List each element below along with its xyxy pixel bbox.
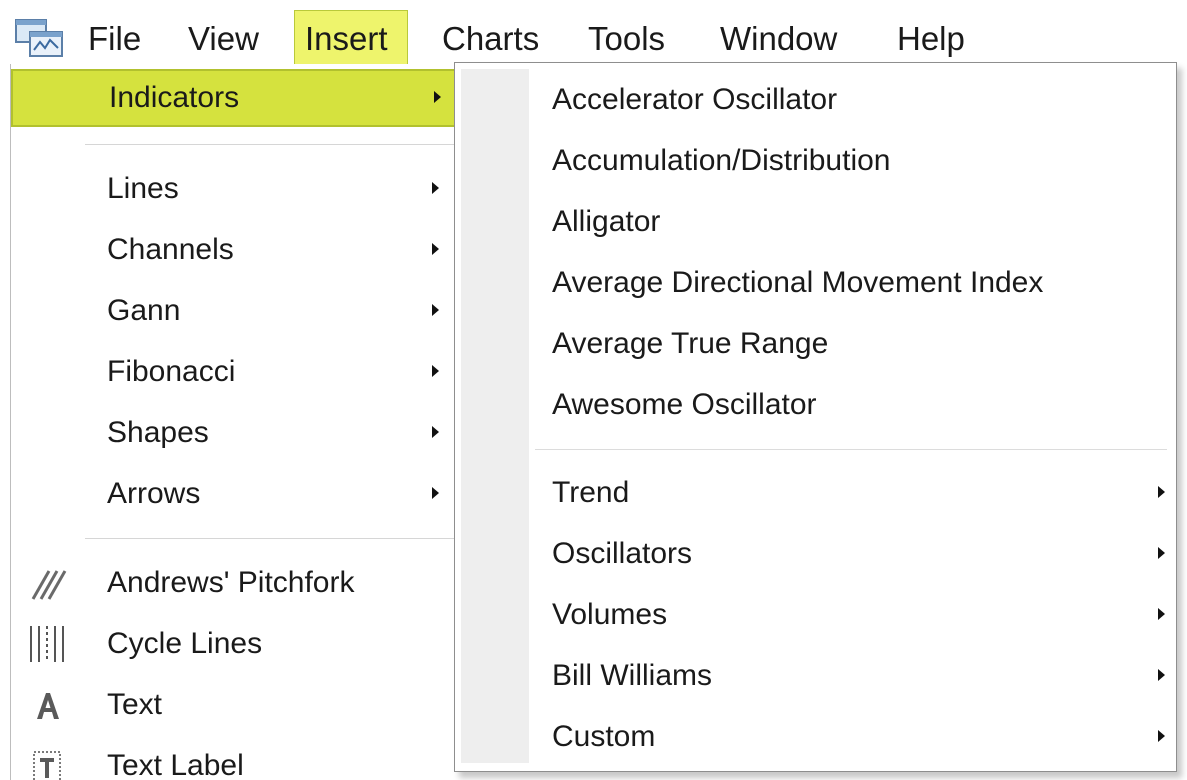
menu-item-gann[interactable]: Gann	[11, 282, 469, 340]
text-a-icon	[37, 693, 59, 719]
indicator-accumulation-distribution[interactable]: Accumulation/Distribution	[455, 132, 1176, 190]
submenu-arrow-icon	[432, 487, 439, 499]
menu-item-label: Arrows	[107, 477, 201, 510]
menu-item-lines[interactable]: Lines	[11, 160, 469, 218]
submenu-arrow-icon	[432, 243, 439, 255]
menu-help[interactable]: Help	[887, 10, 975, 66]
menu-item-label: Gann	[107, 294, 181, 327]
indicator-group-custom[interactable]: Custom	[455, 708, 1176, 766]
menu-insert[interactable]: Insert	[294, 10, 408, 66]
menu-item-label: Average True Range	[552, 327, 829, 360]
indicator-group-trend[interactable]: Trend	[455, 464, 1176, 522]
menu-item-label: Alligator	[552, 205, 661, 238]
menu-tools[interactable]: Tools	[578, 10, 675, 66]
submenu-arrow-icon	[1158, 547, 1165, 559]
indicator-average-directional-movement-index[interactable]: Average Directional Movement Index	[455, 254, 1176, 312]
menu-item-label: Shapes	[107, 416, 209, 449]
menu-item-label: Oscillators	[552, 537, 693, 570]
text-label-icon	[33, 751, 61, 780]
submenu-arrow-icon	[434, 91, 441, 103]
menu-item-shapes[interactable]: Shapes	[11, 404, 469, 462]
menu-item-indicators[interactable]: Indicators	[11, 69, 469, 127]
submenu-arrow-icon	[432, 426, 439, 438]
menu-item-label: Text Label	[107, 749, 244, 780]
menu-item-channels[interactable]: Channels	[11, 221, 469, 279]
indicator-group-volumes[interactable]: Volumes	[455, 586, 1176, 644]
submenu-arrow-icon	[1158, 730, 1165, 742]
indicators-submenu: Accelerator Oscillator Accumulation/Dist…	[454, 62, 1177, 772]
menu-item-label: Average Directional Movement Index	[552, 266, 1044, 299]
menu-bar: File View Insert Charts Tools Window Hel…	[0, 0, 1187, 66]
menu-item-label: Channels	[107, 233, 234, 266]
insert-dropdown: Indicators Lines Channels Gann Fibonacci…	[10, 64, 481, 780]
submenu-arrow-icon	[1158, 486, 1165, 498]
submenu-arrow-icon	[432, 304, 439, 316]
menu-item-label: Andrews' Pitchfork	[107, 566, 355, 599]
chart-window-icon[interactable]	[14, 18, 64, 58]
menu-item-text-label[interactable]: Text Label	[11, 737, 469, 780]
menu-item-label: Cycle Lines	[107, 627, 263, 660]
menu-item-label: Indicators	[109, 81, 240, 114]
menu-file[interactable]: File	[78, 10, 151, 66]
indicator-group-oscillators[interactable]: Oscillators	[455, 525, 1176, 583]
menu-separator	[535, 449, 1167, 450]
menu-item-fibonacci[interactable]: Fibonacci	[11, 343, 469, 401]
menu-separator	[85, 538, 455, 539]
menu-item-label: Volumes	[552, 598, 668, 631]
indicator-alligator[interactable]: Alligator	[455, 193, 1176, 251]
menu-item-cycle-lines[interactable]: Cycle Lines	[11, 615, 469, 673]
menu-item-label: Custom	[552, 720, 656, 753]
menu-item-label: Fibonacci	[107, 355, 236, 388]
menu-item-label: Awesome Oscillator	[552, 388, 817, 421]
menu-item-text[interactable]: Text	[11, 676, 469, 734]
menu-separator	[85, 144, 455, 145]
menu-item-arrows[interactable]: Arrows	[11, 465, 469, 523]
menu-charts[interactable]: Charts	[432, 10, 549, 66]
menu-view[interactable]: View	[178, 10, 269, 66]
cycle-lines-icon	[30, 626, 64, 662]
menu-item-label: Accumulation/Distribution	[552, 144, 891, 177]
menu-item-andrews-pitchfork[interactable]: Andrews' Pitchfork	[11, 554, 469, 612]
menu-item-label: Trend	[552, 476, 630, 509]
menu-item-label: Bill Williams	[552, 659, 712, 692]
menu-item-label: Text	[107, 688, 163, 721]
indicator-average-true-range[interactable]: Average True Range	[455, 315, 1176, 373]
menu-item-label: Accelerator Oscillator	[552, 83, 838, 116]
submenu-arrow-icon	[1158, 608, 1165, 620]
menu-item-label: Lines	[107, 172, 179, 205]
submenu-arrow-icon	[432, 365, 439, 377]
submenu-arrow-icon	[432, 182, 439, 194]
indicator-group-bill-williams[interactable]: Bill Williams	[455, 647, 1176, 705]
submenu-arrow-icon	[1158, 669, 1165, 681]
indicator-accelerator-oscillator[interactable]: Accelerator Oscillator	[455, 71, 1176, 129]
pitchfork-icon	[31, 570, 67, 600]
app-window: File View Insert Charts Tools Window Hel…	[0, 0, 1187, 780]
indicator-awesome-oscillator[interactable]: Awesome Oscillator	[455, 376, 1176, 434]
menu-window[interactable]: Window	[710, 10, 847, 66]
